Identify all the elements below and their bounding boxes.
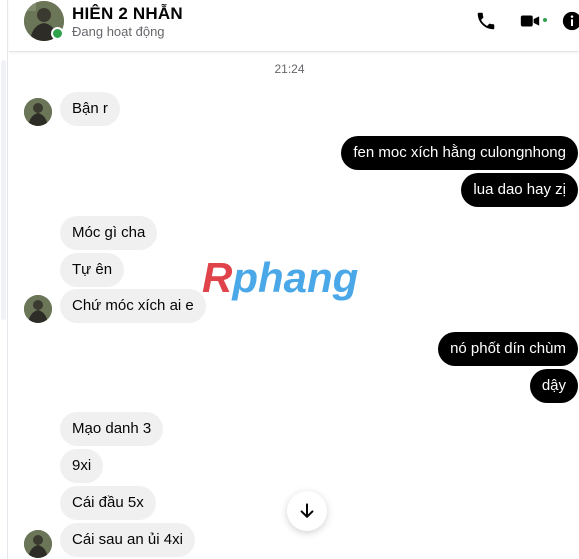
message-avatar[interactable]: [24, 530, 52, 558]
message-bubble-incoming[interactable]: Cái sau an ủi 4xi: [60, 523, 195, 557]
message-bubble-incoming[interactable]: Chứ móc xích ai e: [60, 289, 206, 323]
message-timestamp: 21:24: [274, 62, 305, 76]
video-camera-icon[interactable]: [517, 8, 543, 34]
message-bubble-outgoing[interactable]: nó phốt dín chùm: [438, 332, 578, 366]
info-icon[interactable]: [562, 8, 579, 34]
online-status-dot: [51, 27, 64, 40]
message-avatar[interactable]: [24, 98, 52, 126]
left-scroll-rail[interactable]: [0, 0, 8, 559]
message-bubble-incoming[interactable]: Mạo danh 3: [60, 412, 164, 446]
message-bubble-incoming[interactable]: Tự ên: [60, 253, 125, 287]
contact-status: Đang hoạt động: [72, 24, 165, 39]
message-bubble-outgoing[interactable]: dậy: [529, 369, 578, 403]
contact-name[interactable]: HIÊN 2 NHẪN: [72, 4, 183, 24]
arrow-down-icon: [300, 503, 314, 518]
message-bubble-incoming[interactable]: Cái đầu 5x: [60, 486, 156, 520]
watermark-logo: Rphang: [202, 254, 359, 301]
message-bubble-incoming[interactable]: Bận r: [60, 92, 120, 126]
message-bubble-incoming[interactable]: 9xi: [60, 449, 104, 483]
message-avatar[interactable]: [24, 295, 52, 323]
message-bubble-incoming[interactable]: Móc gì cha: [60, 216, 158, 250]
phone-icon[interactable]: [473, 8, 499, 34]
video-active-dot: [543, 18, 547, 22]
message-bubble-outgoing[interactable]: lua dao hay zị: [461, 173, 578, 207]
scrollbar-thumb[interactable]: [1, 60, 6, 320]
scroll-to-bottom-button[interactable]: [287, 491, 327, 531]
message-bubble-outgoing[interactable]: fen moc xích hằng culongnhong: [341, 136, 578, 170]
chat-header: HIÊN 2 NHẪN Đang hoạt động: [9, 0, 579, 52]
